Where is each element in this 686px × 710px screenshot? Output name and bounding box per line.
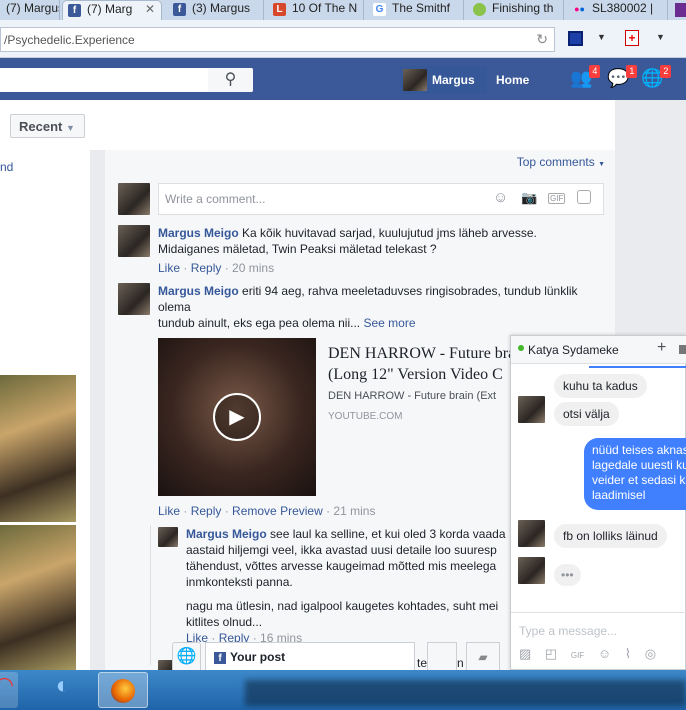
see-more-link[interactable]: See more bbox=[363, 316, 415, 330]
video-thumbnail[interactable]: ▶ bbox=[158, 338, 316, 496]
like-link[interactable]: Like bbox=[158, 261, 180, 275]
browser-tab-bar: (7) Margus f (7) Marg ✕ f (3) Margus L 10 Of… bbox=[0, 0, 686, 20]
save-icon[interactable] bbox=[568, 31, 583, 46]
avatar bbox=[158, 527, 178, 547]
emoji-icon[interactable]: ☺ bbox=[493, 189, 508, 206]
video-call-icon[interactable] bbox=[679, 345, 686, 354]
close-tab-icon[interactable]: ✕ bbox=[145, 2, 155, 16]
avatar bbox=[118, 183, 150, 215]
flickr-icon: ●● bbox=[574, 4, 585, 14]
friend-requests-icon[interactable]: 👥 4 bbox=[570, 65, 601, 89]
facebook-icon: f bbox=[68, 4, 81, 17]
comment: Margus Meigo Ka kõik huvitavad sarjad, k… bbox=[158, 226, 537, 275]
chat-header[interactable]: Katya Sydameke + bbox=[511, 336, 686, 364]
your-post-tab[interactable]: f Your post bbox=[205, 642, 415, 670]
navigation-bar: /Psychedelic.Experience ↻ ▼ + ▼ bbox=[0, 20, 686, 58]
online-status-icon bbox=[518, 345, 524, 351]
tab-3[interactable]: L 10 Of The N bbox=[268, 0, 364, 20]
notifications-globe-icon[interactable]: 🌐 2 bbox=[641, 65, 672, 89]
blurred-tray bbox=[245, 680, 686, 706]
message-out: nüüd teises aknas lagedale uuesti ku veide… bbox=[584, 438, 686, 510]
contact-avatar bbox=[518, 520, 545, 547]
chat-bubble-icon bbox=[473, 3, 486, 16]
sticker-icon[interactable]: ◰ bbox=[545, 646, 557, 661]
message-input[interactable]: Type a message... bbox=[519, 624, 617, 638]
messages-badge: 1 bbox=[626, 65, 638, 78]
listverse-icon: L bbox=[273, 3, 286, 16]
google-icon: G bbox=[373, 3, 386, 16]
comment-actions: Like · Reply · Remove Preview · 21 mins bbox=[158, 504, 376, 518]
chat-contact-name[interactable]: Katya Sydameke bbox=[528, 343, 619, 357]
tab-4[interactable]: G The Smithf bbox=[368, 0, 464, 20]
chat-toolbar: ▨ ◰ GIF ☺ ⌇ ◎ bbox=[519, 646, 656, 662]
avatar bbox=[403, 69, 427, 91]
search-button[interactable]: ⚲ bbox=[208, 68, 253, 92]
play-icon[interactable]: ▶ bbox=[213, 393, 261, 441]
home-link[interactable]: Home bbox=[496, 73, 529, 87]
message-in: otsi välja bbox=[554, 402, 619, 426]
tab-6[interactable]: ●● SL380002 | bbox=[568, 0, 668, 20]
avatar bbox=[118, 225, 150, 257]
divider bbox=[511, 612, 686, 613]
contact-avatar bbox=[518, 557, 545, 584]
tab-0[interactable]: (7) Margus bbox=[0, 0, 60, 20]
mail-tab-icon[interactable] bbox=[675, 3, 686, 17]
game-icon[interactable]: ◎ bbox=[645, 646, 656, 661]
camera-icon[interactable]: 📷 bbox=[521, 190, 537, 206]
add-person-icon[interactable]: + bbox=[657, 339, 666, 357]
search-icon: ⚲ bbox=[224, 71, 237, 88]
typing-indicator: ••• bbox=[554, 564, 581, 586]
dropdown-icon[interactable]: ▼ bbox=[656, 32, 665, 42]
chat-header-underline bbox=[589, 366, 686, 368]
avatar bbox=[118, 283, 150, 315]
facebook-share-button[interactable] bbox=[427, 642, 457, 670]
contact-avatar bbox=[518, 396, 545, 423]
link-preview-title[interactable]: DEN HARROW - Future brain (Long 12" Versi… bbox=[328, 343, 528, 385]
messenger-icon[interactable]: 💬 1 bbox=[607, 65, 638, 89]
chat-window: Katya Sydameke + kuhu ta kadus otsi välj… bbox=[510, 335, 686, 670]
photo-icon[interactable]: ▨ bbox=[519, 646, 531, 661]
attachment-icon[interactable]: ⌇ bbox=[625, 646, 631, 661]
facebook-icon: f bbox=[214, 652, 226, 664]
comment-bubbles-icon[interactable]: ▰ bbox=[466, 642, 500, 670]
reply-link[interactable]: Reply bbox=[191, 261, 222, 275]
comment: Margus Meigo eriti 94 aeg, rahva meeleta… bbox=[158, 284, 578, 330]
top-comments-dropdown[interactable]: Top comments ▼ bbox=[517, 155, 605, 169]
profile-button[interactable]: Margus bbox=[400, 66, 487, 94]
notifications-badge: 2 bbox=[660, 65, 672, 78]
globe-icon[interactable]: 🌐 bbox=[172, 642, 201, 670]
left-link[interactable]: nd bbox=[0, 160, 13, 174]
reload-icon[interactable]: ↻ bbox=[536, 31, 548, 48]
timeline-header: Recent ▼ bbox=[0, 100, 615, 150]
comment-input[interactable]: Write a comment... ☺ 📷 GIF bbox=[158, 183, 604, 215]
tab-5[interactable]: Finishing th bbox=[468, 0, 564, 20]
recent-dropdown[interactable]: Recent ▼ bbox=[10, 114, 85, 138]
gif-icon[interactable]: GIF bbox=[571, 651, 584, 660]
gif-icon[interactable]: GIF bbox=[548, 193, 566, 204]
left-column: nd bbox=[0, 150, 90, 670]
tab-active[interactable]: f (7) Marg ✕ bbox=[62, 0, 162, 20]
sticker-icon[interactable] bbox=[577, 190, 591, 204]
chevron-down-icon: ▼ bbox=[65, 123, 75, 133]
firefox-icon[interactable] bbox=[98, 672, 148, 708]
facebook-header: ⚲ Margus Home 👥 4 💬 1 🌐 2 bbox=[0, 58, 686, 100]
photo-thumbnail[interactable] bbox=[0, 525, 76, 670]
taskbar: ◠ ◐ bbox=[0, 670, 686, 710]
reply-thread-line bbox=[150, 525, 151, 665]
remove-preview-link[interactable]: Remove Preview bbox=[232, 504, 323, 518]
facebook-icon: f bbox=[173, 3, 186, 16]
browser-icon[interactable]: ◐ bbox=[38, 672, 88, 708]
friends-badge: 4 bbox=[589, 65, 601, 78]
first-aid-icon[interactable]: + bbox=[625, 30, 639, 46]
message-in: fb on lolliks läinud bbox=[554, 524, 667, 548]
reply-comment: Margus Meigo see laul ka selline, et kui… bbox=[186, 527, 506, 645]
emoji-icon[interactable]: ☺ bbox=[598, 646, 611, 661]
message-in: kuhu ta kadus bbox=[554, 374, 647, 398]
url-field[interactable]: /Psychedelic.Experience ↻ bbox=[0, 27, 555, 52]
dropdown-icon[interactable]: ▼ bbox=[597, 32, 606, 42]
tab-2[interactable]: f (3) Margus bbox=[168, 0, 264, 20]
photo-thumbnail[interactable] bbox=[0, 375, 76, 522]
app-icon[interactable]: ◠ bbox=[0, 672, 18, 708]
